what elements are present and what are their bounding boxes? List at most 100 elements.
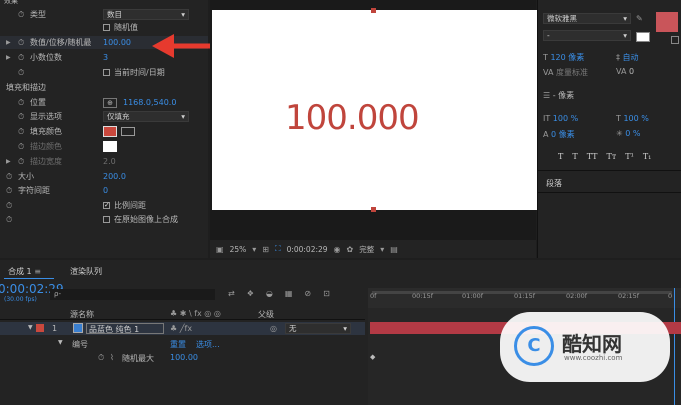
stopwatch-icon[interactable]: ⏱ bbox=[6, 201, 12, 211]
stopwatch-icon[interactable]: ⏱ bbox=[98, 353, 104, 363]
crosshair-icon[interactable]: ⊕ bbox=[103, 97, 117, 108]
graph-icon[interactable]: ▦ bbox=[285, 289, 293, 298]
all-caps-button[interactable]: TT bbox=[587, 152, 598, 161]
effect-row-fill-color: ⏱ 填充颜色 bbox=[0, 125, 208, 138]
expand-triangle-icon[interactable]: ▼ bbox=[58, 339, 63, 346]
region-icon[interactable]: ⛶ bbox=[275, 244, 281, 254]
handle[interactable] bbox=[371, 207, 376, 212]
faux-italic-button[interactable]: T bbox=[572, 152, 577, 161]
hscale-field[interactable]: 100 % bbox=[623, 114, 648, 123]
effect-row-date: ⏱ 当前时间/日期 bbox=[18, 67, 165, 78]
label-color[interactable] bbox=[36, 324, 44, 332]
keyframe-icon[interactable]: ◆ bbox=[370, 353, 375, 361]
reset-link[interactable]: 重置 bbox=[170, 339, 186, 350]
tracking-field[interactable]: 0 bbox=[103, 186, 108, 195]
search-input[interactable]: ρ- bbox=[50, 289, 215, 300]
stroke-width-field[interactable]: - 像素 bbox=[553, 91, 574, 100]
chart-editor-icon[interactable]: ⊡ bbox=[323, 289, 330, 298]
superscript-button[interactable]: T¹ bbox=[625, 152, 634, 161]
effect-row-tracking: ⏱ 字符间距 0 bbox=[6, 185, 109, 196]
viewer-toolbar: ▣ 25% ▾ ⊞ ⛶ 0:00:02:29 ◉ ✿ 完整 ▾ ▤ bbox=[210, 240, 536, 258]
expand-triangle-icon[interactable]: ▶ bbox=[6, 54, 11, 61]
stopwatch-icon[interactable]: ⏱ bbox=[18, 68, 24, 78]
motion-blur-icon[interactable]: ◒ bbox=[266, 289, 273, 298]
fill-color-swatch[interactable] bbox=[103, 126, 117, 137]
zoom-dropdown[interactable]: 25% bbox=[230, 245, 247, 254]
property-value[interactable]: 100.00 bbox=[170, 353, 198, 362]
comp-number-text[interactable]: 100.000 bbox=[285, 98, 420, 138]
playhead[interactable] bbox=[674, 288, 675, 405]
leading-field[interactable]: 自动 bbox=[623, 53, 639, 62]
eyedropper-icon[interactable]: ✎ bbox=[636, 14, 643, 23]
shy-icon[interactable]: ⇄ bbox=[228, 289, 235, 298]
stopwatch-icon[interactable]: ⏱ bbox=[18, 53, 24, 63]
decimals-field[interactable]: 3 bbox=[103, 53, 108, 62]
size-field[interactable]: 200.0 bbox=[103, 172, 126, 181]
watermark-brand: 酷知网 bbox=[562, 332, 622, 356]
display-dropdown[interactable]: 仅填充 ▾ bbox=[103, 111, 189, 122]
stopwatch-icon[interactable]: ⏱ bbox=[18, 38, 24, 48]
value-field[interactable]: 100.00 bbox=[103, 38, 131, 47]
stopwatch-icon[interactable]: ⏱ bbox=[18, 112, 24, 122]
tsume-field[interactable]: 0 % bbox=[625, 129, 640, 138]
pickwhip-icon[interactable]: ◎ bbox=[270, 324, 277, 333]
position-field[interactable]: 1168.0,540.0 bbox=[123, 98, 176, 107]
parent-dropdown[interactable]: 无 ▾ bbox=[285, 323, 351, 334]
layer-row[interactable]: ▼ 1 品蓝色 纯色 1 ♣ ╱fx ◎ 无 ▾ bbox=[0, 322, 365, 335]
kerning-field[interactable]: 度量标准 bbox=[556, 68, 588, 77]
watermark-logo-icon: C bbox=[514, 326, 554, 366]
layer-name[interactable]: 品蓝色 纯色 1 bbox=[86, 323, 164, 334]
faux-bold-button[interactable]: T bbox=[558, 152, 563, 161]
expand-triangle-icon[interactable]: ▶ bbox=[6, 39, 11, 46]
swap-icon[interactable] bbox=[671, 36, 679, 44]
col-source-name: 源名称 bbox=[70, 310, 94, 319]
expand-triangle-icon[interactable]: ▶ bbox=[6, 158, 11, 165]
camera-icon[interactable]: ◉ bbox=[334, 245, 341, 254]
stroke-color-swatch[interactable] bbox=[103, 141, 117, 152]
tracking-field[interactable]: 0 bbox=[629, 67, 634, 76]
type-dropdown[interactable]: 数目 ▾ bbox=[103, 9, 189, 20]
frame-blend-icon[interactable]: ❖ bbox=[247, 289, 254, 298]
quality-dropdown[interactable]: 完整 bbox=[359, 244, 374, 255]
subscript-button[interactable]: T₁ bbox=[643, 152, 652, 161]
expand-triangle-icon[interactable]: ▼ bbox=[28, 324, 33, 331]
handle[interactable] bbox=[371, 8, 376, 13]
effect-row-type: ⏱ 类型 数目 ▾ bbox=[0, 8, 208, 21]
eyedropper-icon[interactable] bbox=[121, 127, 135, 136]
watermark-badge: C 酷知网 www.coozhi.com bbox=[500, 312, 670, 382]
layout-icon[interactable]: ▤ bbox=[390, 245, 398, 254]
stopwatch-icon[interactable]: ⏱ bbox=[18, 127, 24, 137]
stopwatch-icon[interactable]: ⏱ bbox=[6, 186, 12, 196]
fps-label: (30.00 fps) bbox=[4, 296, 37, 303]
small-caps-button[interactable]: Tт bbox=[607, 152, 617, 161]
color-icon[interactable]: ✿ bbox=[347, 245, 354, 254]
stopwatch-icon[interactable]: ⏱ bbox=[18, 142, 24, 152]
link-icon[interactable]: ⊘ bbox=[304, 289, 311, 298]
stopwatch-icon[interactable]: ⏱ bbox=[18, 10, 24, 20]
grid-icon[interactable]: ⊞ bbox=[262, 245, 269, 254]
paragraph-tab[interactable]: 段落 bbox=[546, 178, 562, 189]
font-dropdown[interactable]: 微软雅黑 ▾ bbox=[543, 13, 631, 24]
effect-row-proportional: ⏱ 比例间距 bbox=[0, 199, 208, 212]
stopwatch-icon[interactable]: ⏱ bbox=[6, 172, 12, 182]
baseline-field[interactable]: 0 像素 bbox=[551, 130, 575, 139]
composition-canvas[interactable]: 100.000 bbox=[212, 8, 537, 212]
monitor-icon[interactable]: ▣ bbox=[216, 245, 224, 254]
graph-icon[interactable]: ⌇ bbox=[110, 353, 114, 362]
tab-comp-1[interactable]: 合成 1 ≡ bbox=[8, 266, 41, 277]
effect-sub-row: ▼ 编号 重置 选项... bbox=[58, 339, 220, 350]
random-checkbox bbox=[103, 24, 110, 31]
stopwatch-icon[interactable]: ⏱ bbox=[18, 98, 24, 108]
stopwatch-icon[interactable]: ⏱ bbox=[6, 215, 12, 225]
col-parent: 父级 bbox=[258, 310, 274, 319]
text-color-swatch[interactable] bbox=[656, 12, 678, 32]
tab-render-queue[interactable]: 渲染队列 bbox=[70, 266, 102, 277]
stroke-swatch[interactable] bbox=[636, 32, 650, 42]
stopwatch-icon[interactable]: ⏱ bbox=[18, 157, 24, 167]
vscale-field[interactable]: 100 % bbox=[553, 114, 578, 123]
style-dropdown[interactable]: - ▾ bbox=[543, 30, 631, 41]
vscale-icon: IT bbox=[543, 114, 551, 123]
viewer-timecode[interactable]: 0:00:02:29 bbox=[287, 245, 328, 254]
options-link[interactable]: 选项... bbox=[196, 339, 220, 350]
font-size-field[interactable]: 120 像素 bbox=[550, 53, 584, 62]
